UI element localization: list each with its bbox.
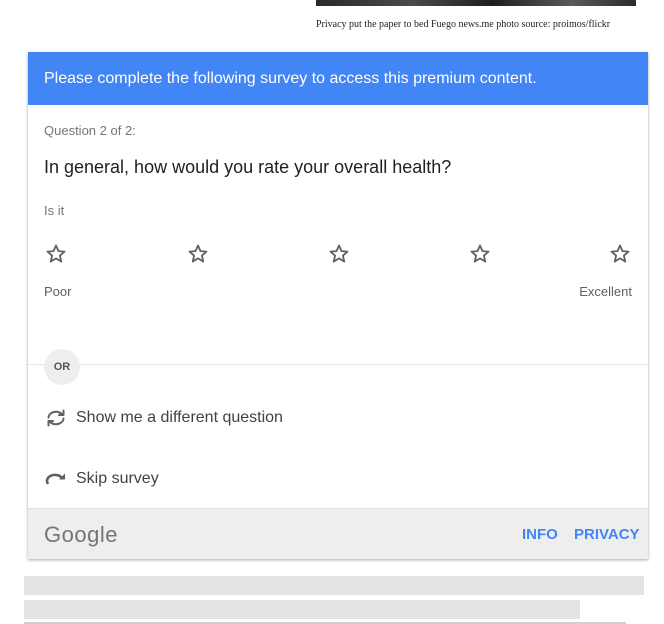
question-number: Question 2 of 2: (44, 123, 136, 138)
rating-star-2[interactable] (186, 242, 210, 266)
survey-card: Please complete the following survey to … (28, 52, 648, 559)
rating-star-3[interactable] (327, 242, 351, 266)
text-placeholder-line-1 (24, 576, 644, 595)
photo-strip (316, 0, 636, 6)
info-link[interactable]: INFO (522, 526, 558, 543)
different-question-label: Show me a different question (76, 409, 283, 426)
skip-survey-label: Skip survey (76, 470, 159, 487)
question-text: In general, how would you rate your over… (44, 157, 452, 177)
privacy-link[interactable]: PRIVACY (574, 526, 640, 543)
survey-banner: Please complete the following survey to … (28, 52, 648, 105)
different-question-button[interactable]: Show me a different question (44, 405, 283, 431)
skip-survey-button[interactable]: Skip survey (44, 466, 159, 492)
survey-footer: Google INFO PRIVACY (28, 508, 648, 559)
text-placeholder-line-2 (24, 600, 580, 619)
section-divider (28, 364, 648, 365)
rating-star-1[interactable] (44, 242, 68, 266)
google-logo: Google (44, 522, 118, 547)
rating-low-label: Poor (44, 284, 72, 299)
or-badge: OR (44, 349, 80, 385)
question-prompt: Is it (44, 203, 65, 218)
redo-arrow-icon (44, 467, 68, 491)
rating-high-label: Excellent (579, 284, 632, 299)
rating-star-4[interactable] (468, 242, 492, 266)
refresh-icon (44, 406, 68, 430)
photo-caption: Privacy put the paper to bed Fuego news.… (316, 19, 611, 30)
rating-star-5[interactable] (608, 242, 632, 266)
